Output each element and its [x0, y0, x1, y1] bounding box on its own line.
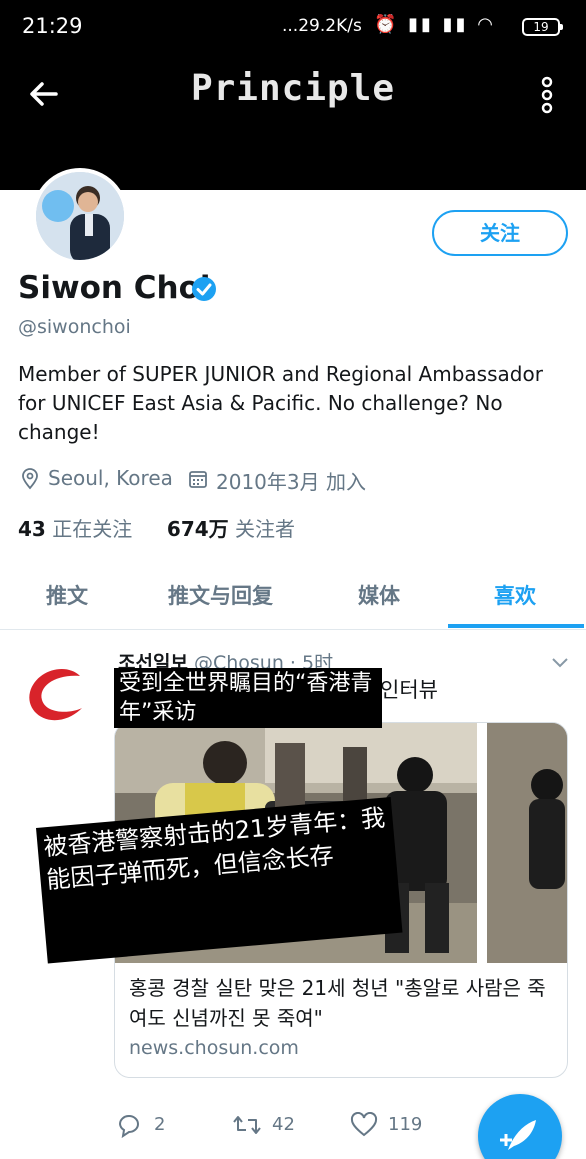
profile-tabs: 推文 推文与回复 媒体 喜欢: [0, 566, 586, 630]
profile-handle: @siwonchoi: [18, 316, 131, 338]
tab-media[interactable]: 媒体: [358, 580, 400, 610]
location-pin-icon: [22, 468, 38, 490]
follow-button[interactable]: 关注: [432, 210, 568, 256]
overlay-caption-top: 受到全世界瞩目的“香港青年”采访: [114, 668, 382, 728]
tab-tweets-replies[interactable]: 推文与回复: [168, 580, 273, 610]
following-count: 43: [18, 517, 46, 541]
like-count: 119: [388, 1114, 423, 1135]
profile-avatar[interactable]: [32, 168, 128, 264]
link-card-domain: news.chosun.com: [129, 1037, 299, 1059]
compose-tweet-button[interactable]: [478, 1094, 562, 1159]
status-time: 21:29: [22, 14, 83, 38]
follow-stats: 43 正在关注 674万 关注者: [18, 513, 295, 542]
profile-joined-date: 2010年3月 加入: [216, 470, 366, 494]
retweet-icon: [233, 1116, 261, 1134]
followers-label: 关注者: [235, 517, 296, 541]
status-bar: 21:29 ...29.2K/s ⏰ ▮▮ ▮▮ ◠ 19: [0, 0, 586, 58]
tweet-item[interactable]: 조선일보 @Chosun · 5时 인터뷰 홍콩 경찰 실탄 맞은 21세 청년…: [0, 630, 586, 1159]
following-label: 正在关注: [52, 517, 133, 541]
feather-compose-icon: [500, 1120, 536, 1150]
followers-count: 674万: [166, 517, 229, 541]
tab-likes[interactable]: 喜欢: [494, 580, 536, 610]
chevron-down-icon[interactable]: [550, 656, 570, 670]
profile-name: Siwon Choi: [18, 270, 211, 306]
followers-link[interactable]: 674万 关注者: [167, 517, 295, 541]
heart-icon: [350, 1112, 378, 1137]
retweet-count: 42: [272, 1114, 295, 1135]
more-options-icon[interactable]: [538, 76, 556, 114]
calendar-icon: [189, 471, 207, 488]
following-link[interactable]: 43 正在关注: [18, 517, 132, 541]
active-tab-indicator: [448, 624, 584, 628]
verified-badge-icon: [192, 277, 216, 301]
network-speed: ...29.2K/s: [282, 16, 362, 36]
tab-tweets[interactable]: 推文: [46, 580, 88, 610]
tweet-text: 인터뷰: [380, 678, 438, 702]
profile-bio: Member of SUPER JUNIOR and Regional Amba…: [18, 362, 543, 444]
reply-count: 2: [154, 1114, 166, 1135]
avatar-photo: [36, 172, 124, 260]
signal-wifi-icons: ⏰ ▮▮ ▮▮ ◠: [374, 14, 496, 35]
profile-location: Seoul, Korea: [48, 466, 173, 490]
page-title: Principle: [190, 68, 396, 109]
link-card-title: 홍콩 경찰 실탄 맞은 21세 청년 "총알로 사람은 죽여도 신념까진 못 죽…: [129, 976, 546, 1030]
app-header: 21:29 ...29.2K/s ⏰ ▮▮ ▮▮ ◠ 19 Principle: [0, 0, 586, 190]
battery-icon: 19: [522, 18, 563, 36]
reply-icon: [118, 1115, 139, 1138]
chosun-logo-avatar[interactable]: [20, 656, 96, 732]
